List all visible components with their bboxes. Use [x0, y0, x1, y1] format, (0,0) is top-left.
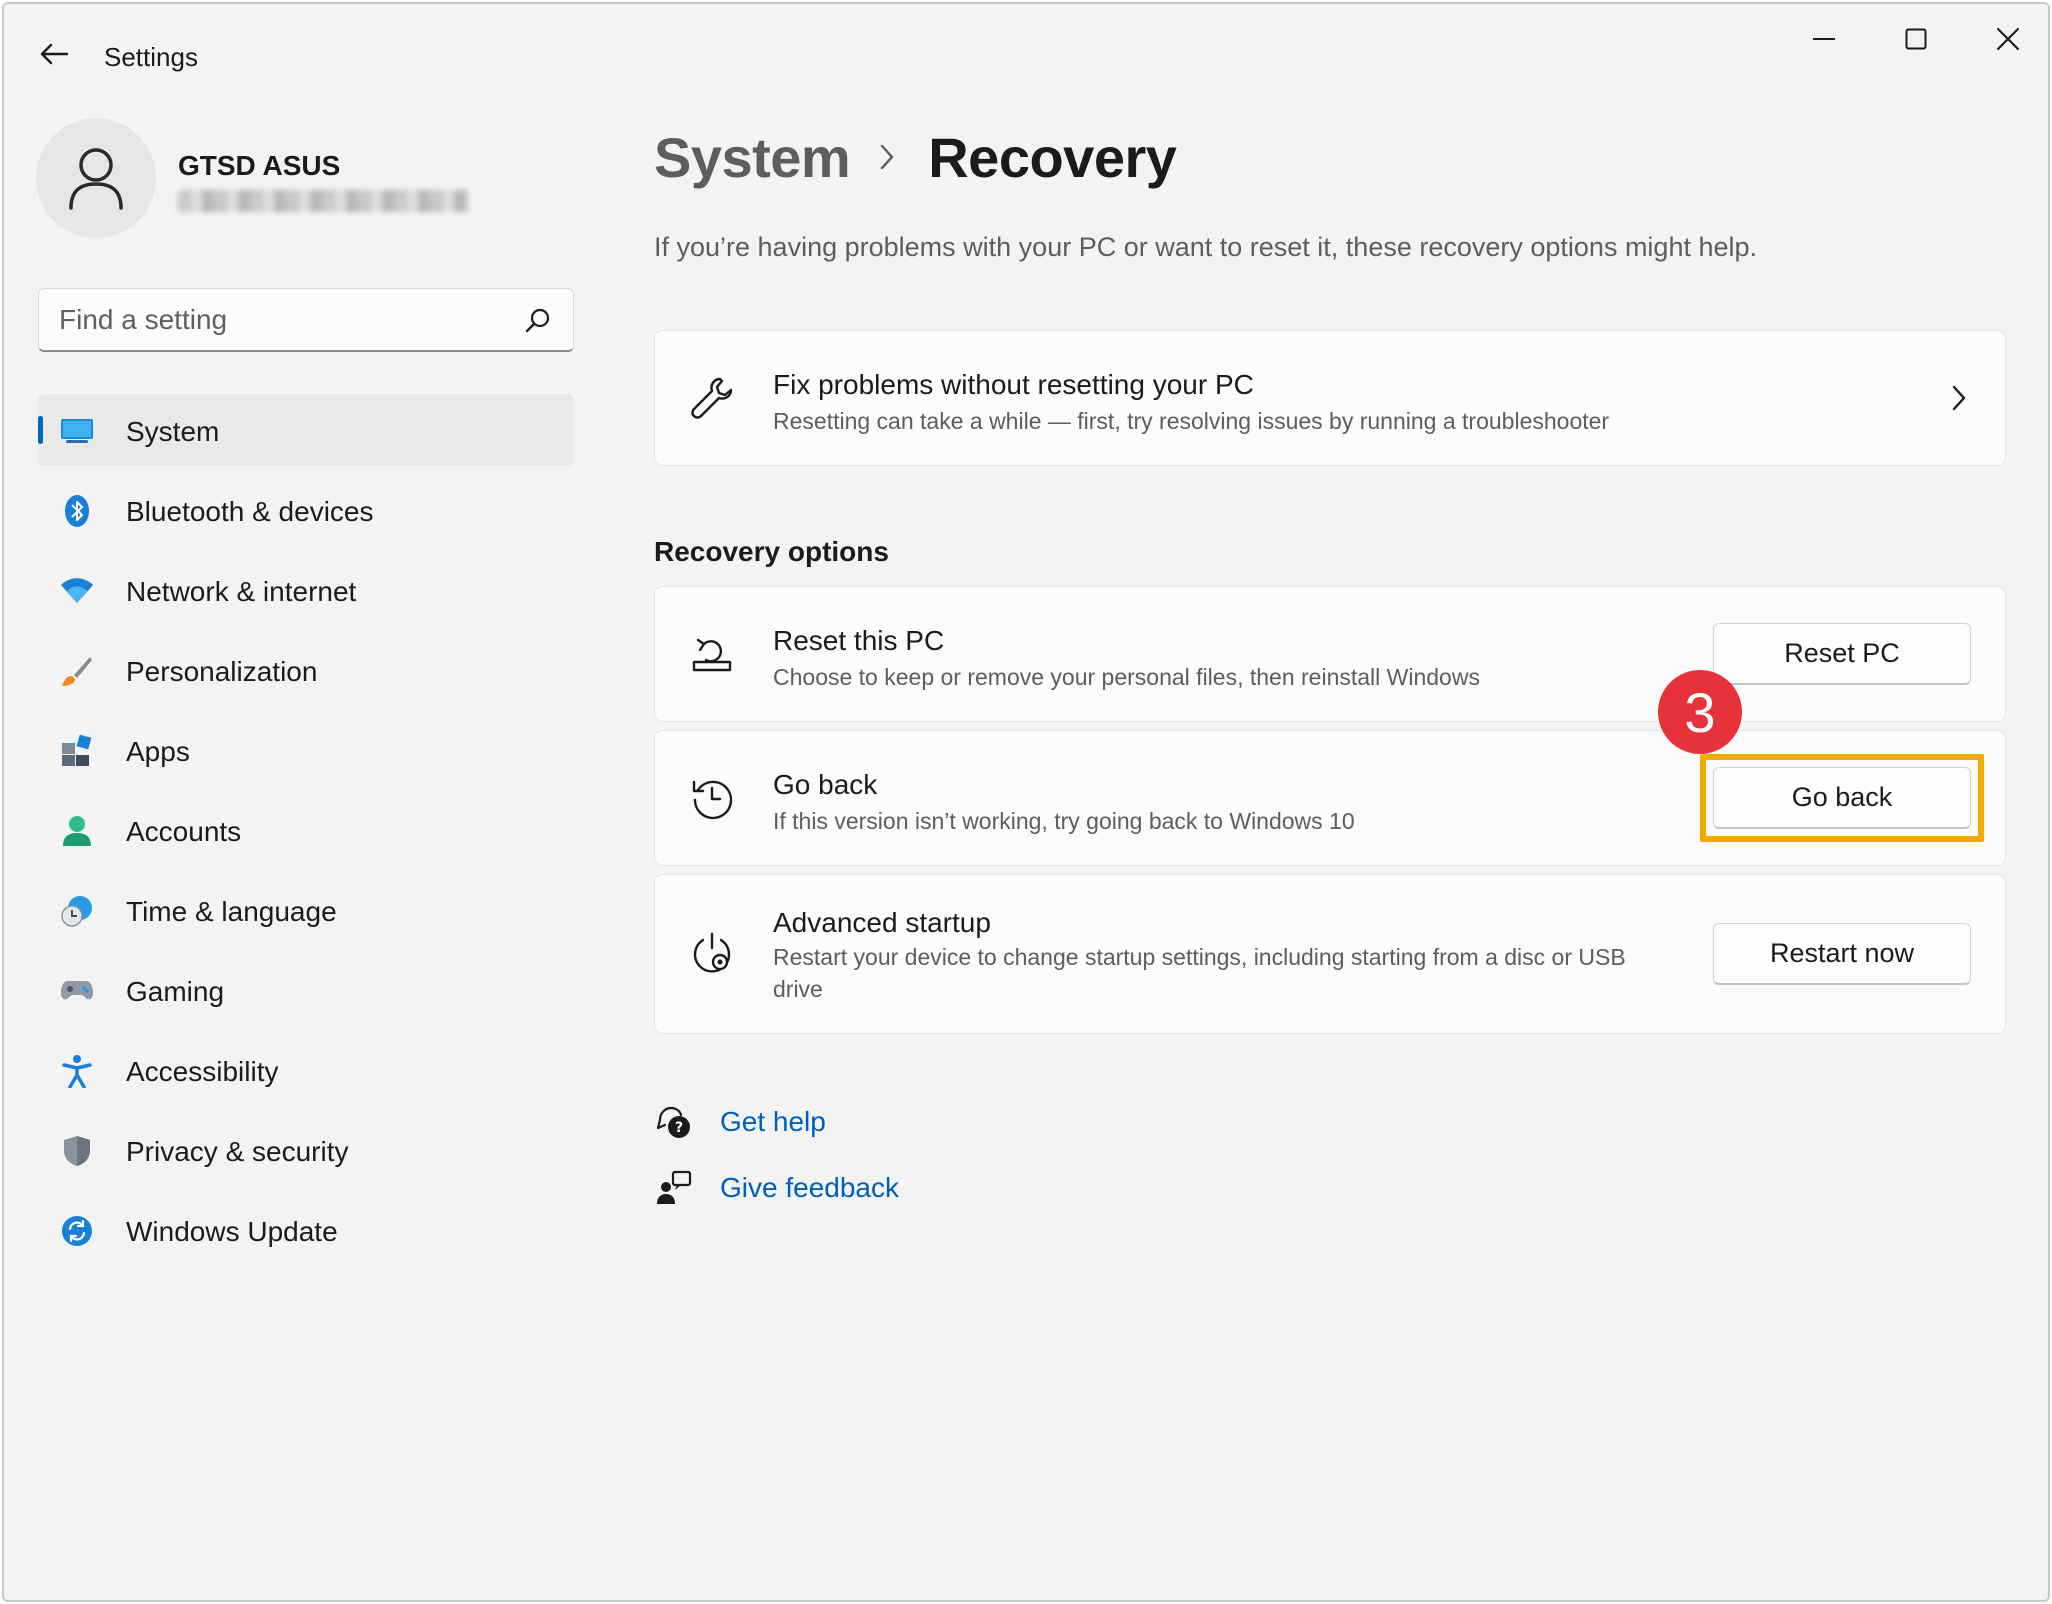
close-button[interactable]: [1962, 4, 2048, 74]
system-icon: [60, 414, 94, 448]
apps-icon: [60, 734, 94, 768]
title-bar: Settings: [4, 4, 2048, 104]
go-back-card: Go back If this version isn’t working, t…: [654, 730, 2006, 866]
sidebar-item-gaming[interactable]: Gaming: [38, 954, 574, 1026]
brush-icon: [60, 654, 94, 688]
reset-pc-title: Reset this PC: [773, 625, 945, 656]
shield-icon: [60, 1134, 94, 1168]
sidebar-item-label: Gaming: [126, 976, 225, 1007]
accounts-icon: [60, 814, 94, 848]
breadcrumb: System Recovery: [654, 122, 1177, 192]
search-box[interactable]: [38, 288, 574, 352]
go-back-button[interactable]: Go back: [1713, 767, 1971, 829]
sidebar-item-label: Time & language: [126, 896, 337, 927]
sidebar-item-label: Personalization: [126, 656, 318, 687]
history-icon: [689, 775, 735, 821]
settings-window: Settings GTSD ASUS ••••• •••••••••••••••: [2, 2, 2050, 1602]
sidebar-item-bluetooth[interactable]: Bluetooth & devices: [38, 474, 574, 546]
sidebar-item-label: Apps: [126, 736, 190, 767]
sidebar-item-label: Accessibility: [126, 1056, 279, 1087]
wifi-icon: [60, 574, 94, 608]
search-icon[interactable]: [525, 307, 551, 333]
gamepad-icon: [60, 974, 94, 1008]
restart-now-button[interactable]: Restart now: [1713, 923, 1971, 985]
sidebar-item-label: System: [126, 416, 220, 447]
sidebar-item-label: Accounts: [126, 816, 242, 847]
sidebar-item-label: Bluetooth & devices: [126, 496, 374, 527]
give-feedback-link[interactable]: Give feedback: [654, 1166, 899, 1210]
minimize-icon: [1813, 38, 1835, 40]
step-badge: 3: [1658, 670, 1742, 754]
startup-gear-icon: [689, 931, 735, 977]
fix-problems-card[interactable]: Fix problems without resetting your PC R…: [654, 330, 2006, 466]
advanced-startup-card: Advanced startup Restart your device to …: [654, 874, 2006, 1034]
section-title: Recovery options: [654, 536, 889, 567]
clock-globe-icon: [60, 894, 94, 928]
fix-problems-title: Fix problems without resetting your PC: [773, 369, 1254, 400]
sidebar-item-apps[interactable]: Apps: [38, 714, 574, 786]
get-help-icon: ?: [654, 1102, 694, 1142]
fix-problems-desc: Resetting can take a while — first, try …: [773, 408, 1610, 434]
bluetooth-icon: [60, 494, 94, 528]
maximize-button[interactable]: [1870, 4, 1962, 74]
update-icon: [60, 1214, 94, 1248]
sidebar-item-accounts[interactable]: Accounts: [38, 794, 574, 866]
wrench-icon: [689, 375, 735, 421]
back-button[interactable]: [22, 26, 86, 82]
breadcrumb-parent[interactable]: System: [654, 125, 851, 190]
accessibility-icon: [60, 1054, 94, 1088]
back-arrow-icon: [40, 43, 69, 65]
give-feedback-label: Give feedback: [720, 1172, 899, 1203]
sidebar-item-system[interactable]: System: [38, 394, 574, 466]
sidebar-item-label: Windows Update: [126, 1216, 338, 1247]
user-profile[interactable]: GTSD ASUS ••••• ••••••••••••••••: [36, 118, 596, 240]
user-name: GTSD ASUS: [178, 150, 341, 181]
feedback-icon: [654, 1168, 694, 1208]
chevron-right-icon: [1951, 384, 1967, 417]
user-email: ••••• ••••••••••••••••: [178, 190, 468, 212]
reset-pc-desc: Choose to keep or remove your personal f…: [773, 664, 1480, 690]
page-description: If you’re having problems with your PC o…: [654, 232, 1758, 262]
maximize-icon: [1905, 28, 1927, 50]
go-back-title: Go back: [773, 769, 878, 800]
svg-text:?: ?: [675, 1120, 683, 1136]
sidebar-item-windows-update[interactable]: Windows Update: [38, 1194, 574, 1266]
avatar: [36, 118, 156, 238]
app-title: Settings: [104, 42, 198, 72]
person-icon: [69, 148, 123, 210]
go-back-desc: If this version isn’t working, try going…: [773, 808, 1355, 834]
chevron-right-icon: [880, 144, 894, 170]
search-input[interactable]: [39, 303, 499, 336]
get-help-label: Get help: [720, 1106, 826, 1137]
sidebar-item-label: Network & internet: [126, 576, 357, 607]
sidebar-item-label: Privacy & security: [126, 1136, 349, 1167]
sidebar-item-time-language[interactable]: Time & language: [38, 874, 574, 946]
sidebar-item-network[interactable]: Network & internet: [38, 554, 574, 626]
get-help-link[interactable]: ? Get help: [654, 1100, 826, 1144]
advanced-startup-desc: Restart your device to change startup se…: [773, 944, 1626, 1002]
sidebar-item-personalization[interactable]: Personalization: [38, 634, 574, 706]
reset-pc-card: Reset this PC Choose to keep or remove y…: [654, 586, 2006, 722]
close-icon: [1997, 28, 2019, 50]
reset-pc-icon: [689, 631, 735, 677]
sidebar-nav: System Bluetooth & devices Network & int…: [38, 394, 574, 1274]
sidebar-item-accessibility[interactable]: Accessibility: [38, 1034, 574, 1106]
page-title: Recovery: [928, 125, 1177, 189]
sidebar-item-privacy-security[interactable]: Privacy & security: [38, 1114, 574, 1186]
advanced-startup-title: Advanced startup: [773, 907, 991, 938]
minimize-button[interactable]: [1778, 4, 1870, 74]
reset-pc-button[interactable]: Reset PC: [1713, 623, 1971, 685]
